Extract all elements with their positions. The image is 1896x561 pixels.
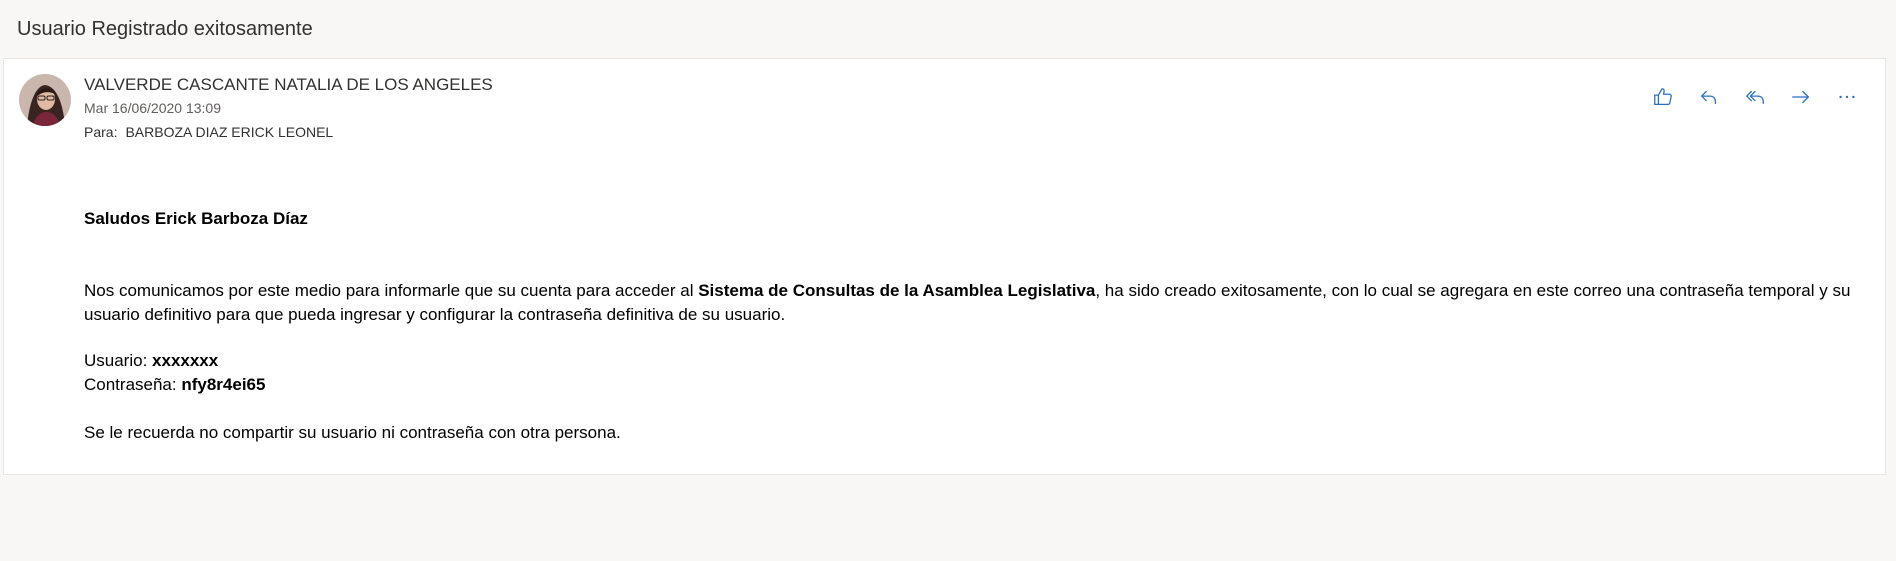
system-name: Sistema de Consultas de la Asamblea Legi… [698, 281, 1096, 300]
avatar[interactable] [19, 74, 71, 126]
sender-name[interactable]: VALVERDE CASCANTE NATALIA DE LOS ANGELES [84, 75, 493, 95]
email-subject: Usuario Registrado exitosamente [17, 17, 313, 40]
recipient-name[interactable]: BARBOZA DIAZ ERICK LEONEL [125, 124, 333, 140]
reminder-text: Se le recuerda no compartir su usuario n… [84, 423, 621, 442]
like-button[interactable] [1647, 81, 1679, 113]
reply-button[interactable] [1693, 81, 1725, 113]
reply-icon [1701, 90, 1717, 105]
message-actions [1647, 81, 1863, 113]
thumbs-up-icon [1654, 88, 1672, 105]
paragraph-text-start: Nos comunicamos por este medio para info… [84, 281, 699, 300]
greeting: Saludos Erick Barboza Díaz [84, 209, 308, 228]
to-label: Para: [84, 124, 118, 140]
username-label: Usuario: [84, 351, 153, 370]
password-value: nfy8r4ei65 [181, 375, 266, 394]
more-icon [1839, 95, 1855, 99]
reply-all-button[interactable] [1739, 81, 1771, 113]
subject-bar: Usuario Registrado exitosamente [0, 0, 1896, 58]
main-paragraph: Nos comunicamos por este medio para info… [84, 279, 1854, 327]
more-actions-button[interactable] [1831, 81, 1863, 113]
username-line: Usuario: xxxxxxx [84, 349, 218, 373]
forward-icon [1792, 90, 1809, 104]
forward-button[interactable] [1785, 81, 1817, 113]
username-value: xxxxxxx [152, 351, 219, 370]
sent-date: Mar 16/06/2020 13:09 [84, 100, 221, 116]
password-label: Contraseña: [84, 375, 182, 394]
recipients-line: Para: BARBOZA DIAZ ERICK LEONEL [84, 124, 333, 140]
message-card: VALVERDE CASCANTE NATALIA DE LOS ANGELES… [3, 58, 1886, 475]
reply-all-icon [1746, 90, 1764, 105]
password-line: Contraseña: nfy8r4ei65 [84, 373, 265, 397]
